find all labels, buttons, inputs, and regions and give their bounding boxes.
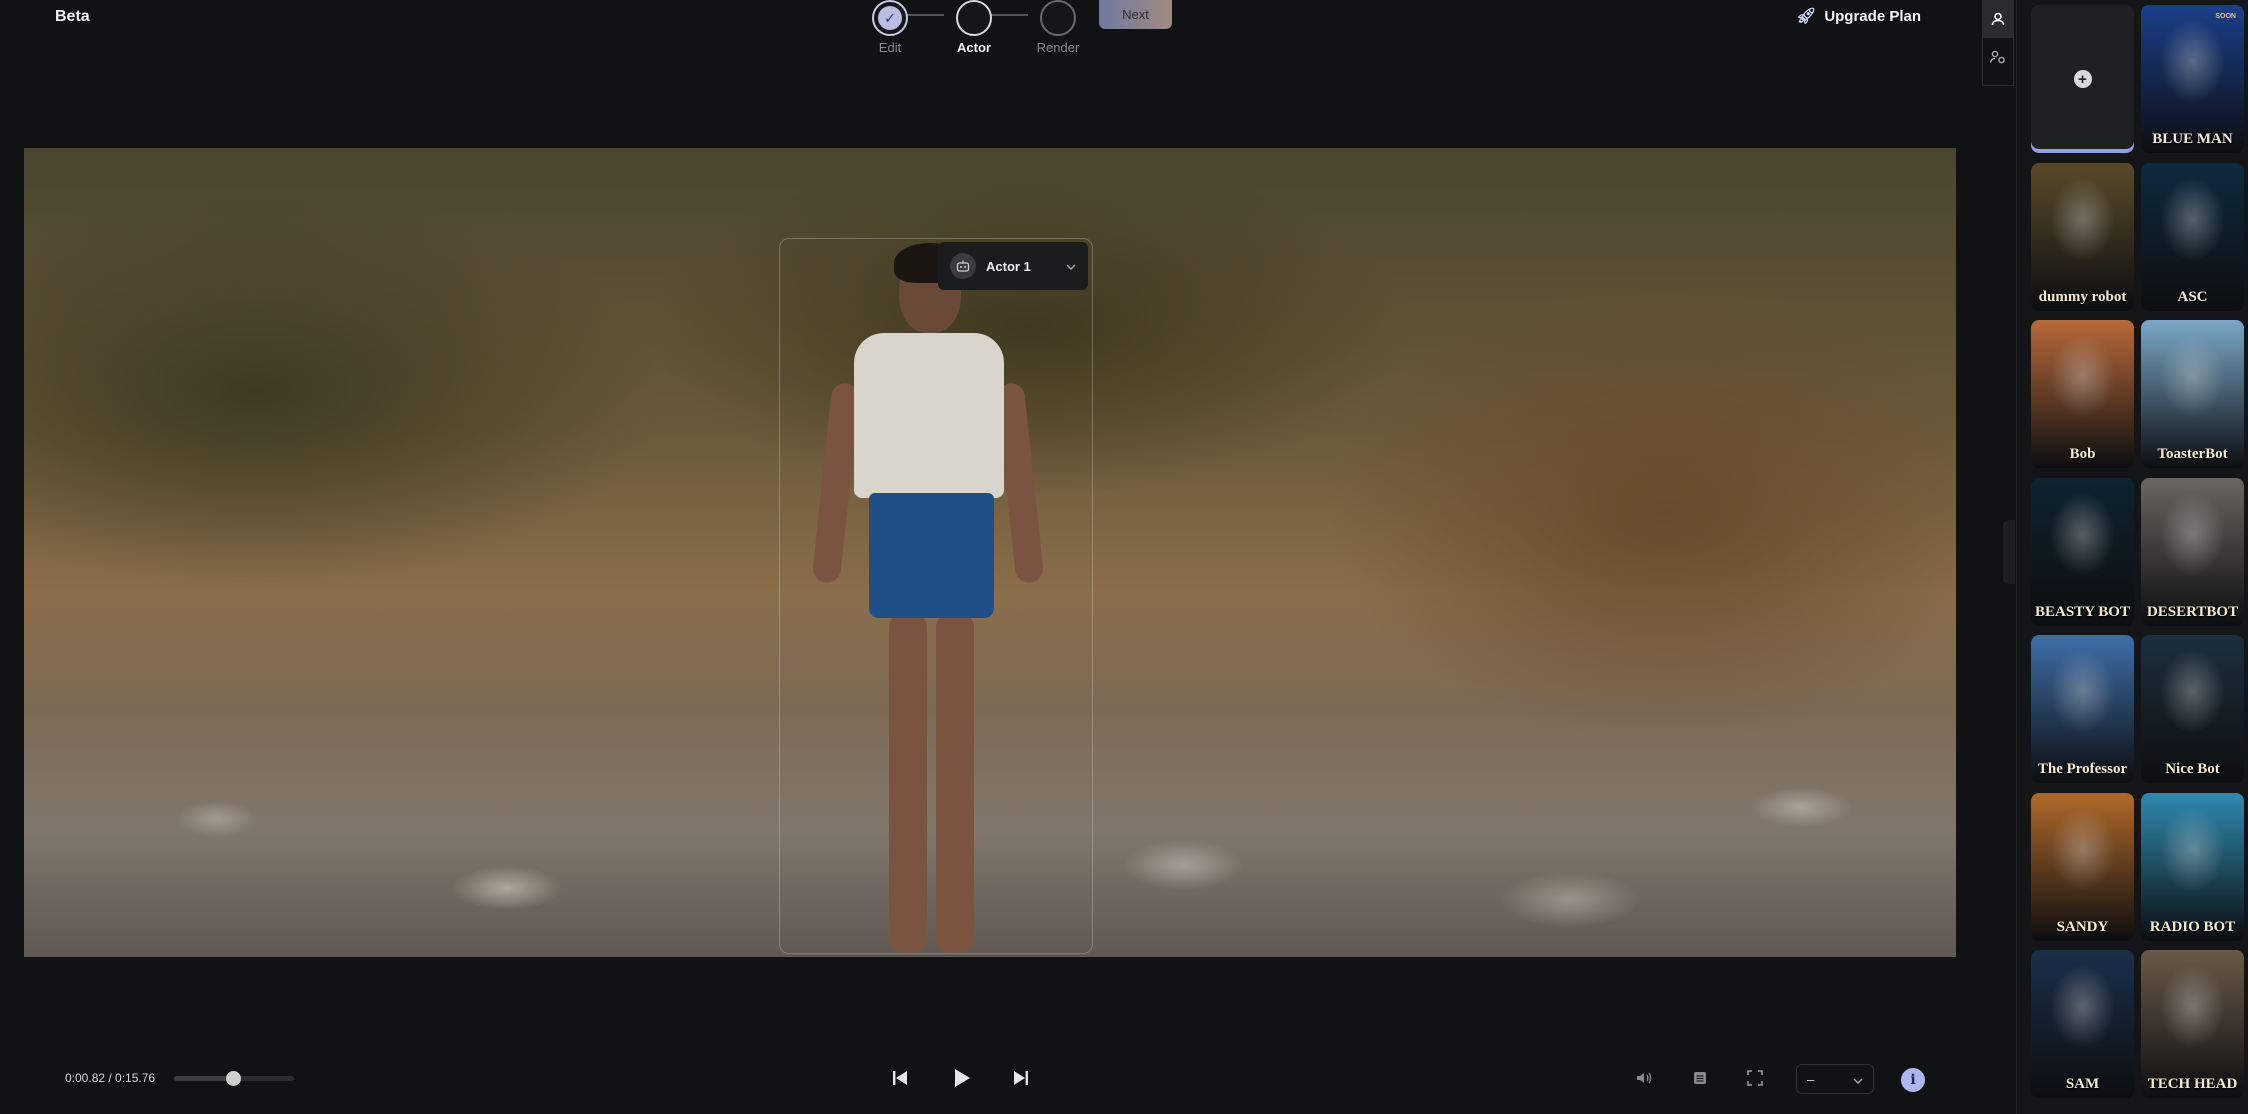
timecode: 0:00.82 / 0:15.76 bbox=[65, 1071, 156, 1085]
actor-name: Actor 1 bbox=[986, 258, 1031, 274]
brand-label: Beta bbox=[55, 8, 90, 25]
actor-bounding-box[interactable] bbox=[779, 238, 1093, 954]
chevron-down-icon bbox=[1853, 1072, 1863, 1087]
step-actor[interactable]: Actor bbox=[942, 0, 1006, 55]
actor-tile-label: Nice Bot bbox=[2165, 761, 2220, 777]
progress-stepper: ✓ Edit Actor Render bbox=[858, 0, 1079, 56]
actor-tile[interactable]: TECH HEAD bbox=[2141, 950, 2244, 1098]
actor-tile-label: Bob bbox=[2069, 446, 2096, 462]
plus-icon: + bbox=[2073, 70, 2092, 88]
step-render[interactable]: Render bbox=[1026, 0, 1090, 55]
actor-tile[interactable]: RADIO BOT bbox=[2141, 792, 2244, 941]
skip-forward-icon[interactable] bbox=[1003, 1062, 1039, 1094]
speed-select[interactable]: – bbox=[1796, 1064, 1874, 1094]
skip-back-icon[interactable] bbox=[882, 1062, 918, 1094]
actors-panel: + SOON BLUE MAN dummy robot ASC Bob ToasterBot… bbox=[2016, 0, 2248, 1114]
robot-icon bbox=[950, 253, 976, 279]
add-actor-button[interactable]: + bbox=[2031, 5, 2134, 153]
person-settings-icon[interactable] bbox=[1983, 38, 2013, 76]
actor-tile[interactable]: SAM bbox=[2031, 950, 2134, 1098]
coming-soon-badge: SOON bbox=[2215, 13, 2236, 20]
actor-select-dropdown[interactable]: Actor 1 bbox=[938, 242, 1088, 290]
actor-tile-label: BLUE MAN bbox=[2152, 131, 2233, 147]
actor-tile-label: ToasterBot bbox=[2157, 446, 2228, 462]
scrub-slider[interactable] bbox=[174, 1071, 294, 1086]
actor-tile-label: ASC bbox=[2177, 288, 2208, 305]
fullscreen-icon[interactable] bbox=[1737, 1062, 1773, 1094]
upgrade-plan-label: Upgrade Plan bbox=[1824, 7, 1921, 25]
chevron-down-icon bbox=[1066, 259, 1076, 273]
actor-tile[interactable]: Bob bbox=[2031, 320, 2134, 468]
actor-tile[interactable]: DESERTBOT bbox=[2141, 477, 2244, 626]
actor-tile[interactable]: SOON BLUE MAN bbox=[2141, 5, 2244, 153]
step-label: Edit bbox=[878, 40, 902, 55]
step-edit[interactable]: ✓ Edit bbox=[858, 0, 922, 55]
actor-tile-label: DESERTBOT bbox=[2146, 603, 2239, 620]
actor-tile[interactable]: dummy robot bbox=[2031, 162, 2134, 311]
scrub-fill bbox=[174, 1076, 233, 1081]
next-button[interactable]: Next bbox=[1099, 0, 1172, 29]
volume-icon[interactable] bbox=[1626, 1062, 1662, 1094]
tool-column bbox=[1982, 0, 2014, 86]
rocket-icon: 🚀︎ bbox=[1796, 8, 1817, 25]
actor-tile-label: dummy robot bbox=[2038, 288, 2127, 305]
play-icon[interactable] bbox=[944, 1062, 980, 1094]
panel-resize-handle[interactable] bbox=[2003, 520, 2015, 584]
actor-tile[interactable]: BEASTY BOT bbox=[2031, 477, 2134, 626]
actor-tile-label: SANDY bbox=[2056, 918, 2109, 935]
actor-tile[interactable]: The Professor bbox=[2031, 635, 2134, 783]
person-icon[interactable] bbox=[1983, 0, 2013, 38]
actor-tile-label: BEASTY BOT bbox=[2035, 603, 2130, 620]
actor-tile-label: The Professor bbox=[2037, 761, 2128, 777]
captions-icon[interactable] bbox=[1682, 1062, 1718, 1094]
actor-tile-label: SAM bbox=[2065, 1076, 2100, 1092]
actor-tile[interactable]: ASC bbox=[2141, 162, 2244, 311]
actor-tile[interactable]: ToasterBot bbox=[2141, 320, 2244, 468]
speed-value: – bbox=[1807, 1071, 1815, 1087]
step-render-circle bbox=[1040, 0, 1076, 36]
actor-tile[interactable]: Nice Bot bbox=[2141, 635, 2244, 783]
step-label: Actor bbox=[957, 40, 991, 55]
scrub-handle[interactable] bbox=[225, 1071, 241, 1086]
step-label: Render bbox=[1036, 40, 1080, 55]
actor-tile-label: TECH HEAD bbox=[2147, 1076, 2238, 1092]
check-icon: ✓ bbox=[878, 6, 902, 30]
step-actor-circle bbox=[956, 0, 992, 36]
actor-tile[interactable]: SANDY bbox=[2031, 792, 2134, 941]
upgrade-plan-button[interactable]: 🚀︎ Upgrade Plan bbox=[1796, 6, 1921, 26]
step-edit-circle: ✓ bbox=[872, 0, 908, 36]
actor-tile-label: RADIO BOT bbox=[2149, 918, 2236, 935]
info-icon[interactable]: i bbox=[1901, 1068, 1925, 1092]
